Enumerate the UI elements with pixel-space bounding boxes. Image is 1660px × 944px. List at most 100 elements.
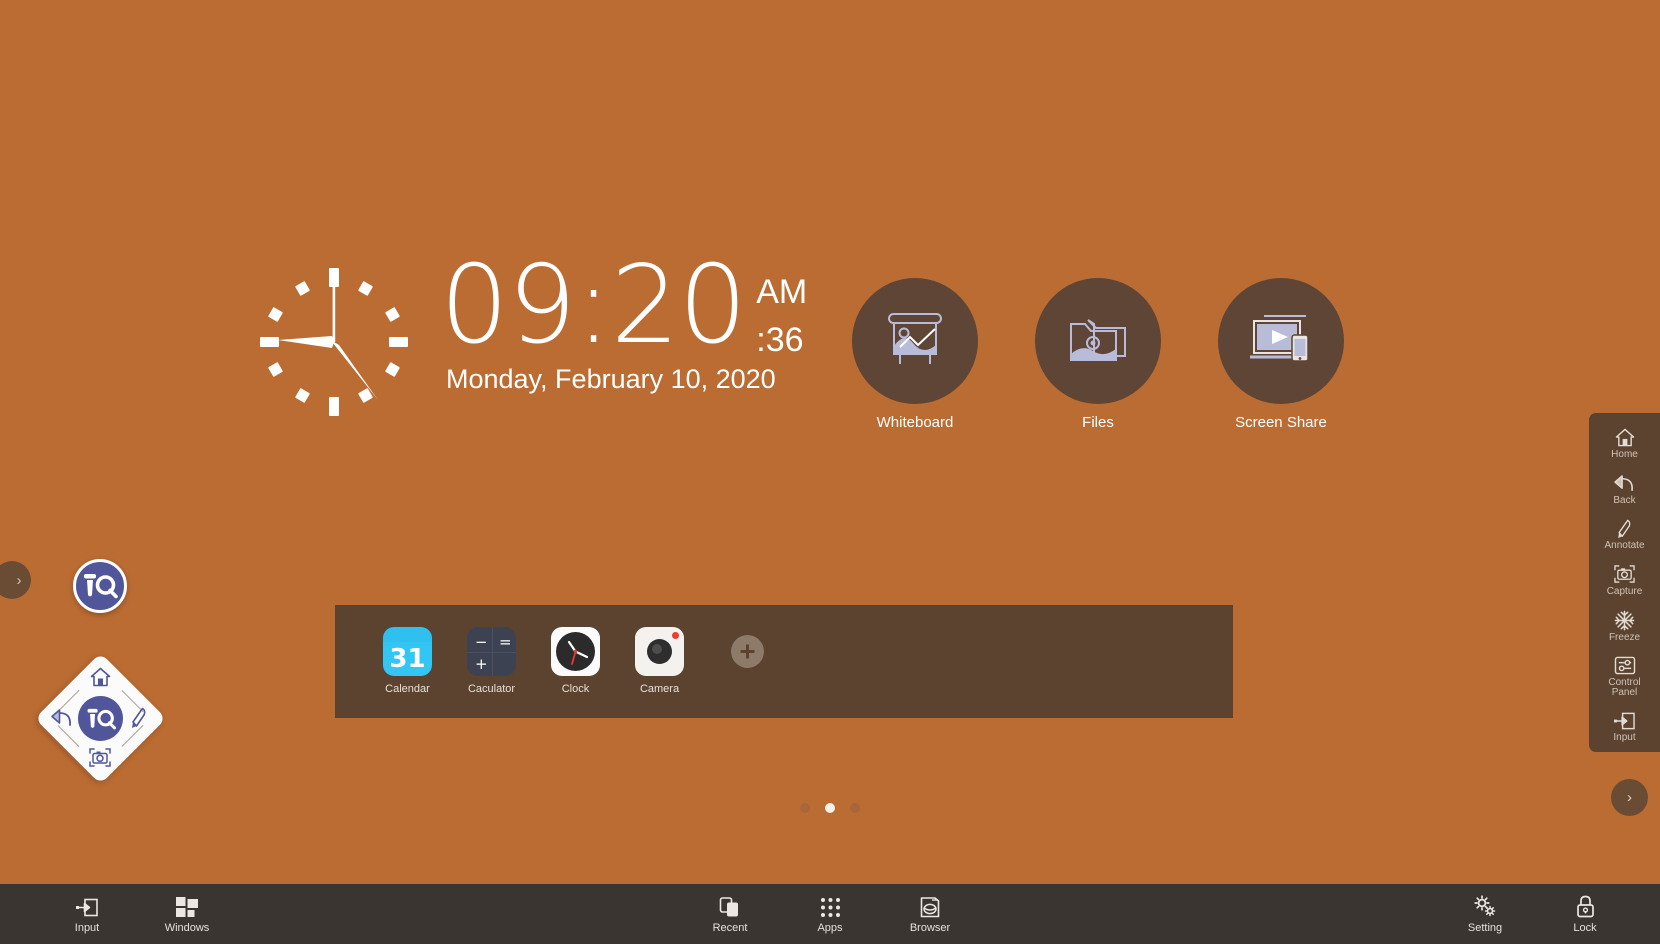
dock-app-clock[interactable]: Clock <box>551 627 600 695</box>
radial-item-home[interactable] <box>85 662 115 692</box>
clock-time: 09:20 <box>440 243 747 368</box>
taskbar-item-lock[interactable]: Lock <box>1556 894 1614 934</box>
shortcut-files[interactable]: Files <box>1035 278 1161 431</box>
whiteboard-icon <box>883 312 947 370</box>
gear-icon <box>1473 894 1497 918</box>
back-icon <box>1613 474 1636 493</box>
shortcut-files-circle[interactable] <box>1035 278 1161 404</box>
sidebar-item-annotate[interactable]: Annotate <box>1589 514 1660 556</box>
shortcut-whiteboard[interactable]: Whiteboard <box>852 278 978 431</box>
plus-icon <box>740 644 755 659</box>
digital-clock: 09:20 AM :36 Monday, February 10, 2020 <box>440 243 808 395</box>
clock-icon[interactable] <box>551 627 600 676</box>
sidebar-item-label: Input <box>1613 732 1636 744</box>
shortcut-label: Whiteboard <box>876 414 954 431</box>
clock-widget: 09:20 AM :36 Monday, February 10, 2020 <box>250 252 807 428</box>
sidebar-item-label: Home <box>1611 448 1638 460</box>
taskbar-item-browser[interactable]: Browser <box>901 894 959 934</box>
recent-icon <box>719 894 741 918</box>
sidebar-item-input[interactable]: Input <box>1589 706 1660 748</box>
radial-quick-menu[interactable] <box>34 652 167 785</box>
taskbar-item-setting[interactable]: Setting <box>1456 894 1514 934</box>
apps-grid-icon <box>820 894 841 918</box>
right-edge-collapse-button[interactable]: › <box>1611 779 1648 816</box>
page-dot[interactable] <box>800 803 810 813</box>
calendar-icon[interactable]: 31 <box>383 627 432 676</box>
dock-app-label: Clock <box>561 683 590 695</box>
shortcut-label: Screen Share <box>1235 414 1327 431</box>
home-icon <box>1615 428 1635 447</box>
taskbar: Input Windows Recent Apps Browser Settin… <box>0 884 1660 944</box>
shortcut-whiteboard-circle[interactable] <box>852 278 978 404</box>
calendar-day-number: 31 <box>383 642 432 676</box>
capture-icon <box>89 747 111 767</box>
sidebar-item-label: Back <box>1613 494 1636 506</box>
analog-clock <box>250 258 418 426</box>
iq-logo-icon <box>87 708 116 729</box>
clock-date: Monday, February 10, 2020 <box>446 364 776 394</box>
clock-seconds: :36 <box>756 321 804 359</box>
sidebar-item-label: Capture <box>1606 585 1643 597</box>
page-indicator <box>0 803 1660 813</box>
snowflake-icon <box>1614 610 1635 630</box>
browser-icon <box>920 894 940 918</box>
clock-ampm: AM <box>756 273 808 311</box>
page-dot-active[interactable] <box>825 803 835 813</box>
radial-item-annotate[interactable] <box>124 703 154 733</box>
page-dot[interactable] <box>850 803 860 813</box>
taskbar-item-label: Apps <box>817 922 843 934</box>
radial-item-back[interactable] <box>47 703 77 733</box>
camera-icon[interactable] <box>635 627 684 676</box>
calc-minus: − <box>475 633 488 651</box>
home-icon <box>90 667 110 687</box>
control-panel-icon <box>1614 656 1636 675</box>
taskbar-right-group: Setting Lock <box>1456 894 1614 934</box>
sidebar-item-label: Control Panel <box>1608 676 1641 698</box>
app-shortcuts: Whiteboard Files Screen Share <box>852 278 1344 431</box>
taskbar-item-label: Recent <box>712 922 748 934</box>
left-edge-expand-button[interactable]: › <box>0 561 31 599</box>
shortcut-screen-share[interactable]: Screen Share <box>1218 278 1344 431</box>
taskbar-item-label: Setting <box>1467 922 1503 934</box>
sidebar-item-home[interactable]: Home <box>1589 423 1660 465</box>
dock-app-label: Calendar <box>385 683 430 695</box>
dock-app-camera[interactable]: Camera <box>635 627 684 695</box>
taskbar-item-label: Browser <box>909 922 951 934</box>
calc-equals: = <box>499 633 512 651</box>
calculator-icon[interactable]: − = + <box>467 627 516 676</box>
taskbar-item-apps[interactable]: Apps <box>801 894 859 934</box>
pen-icon <box>1616 519 1634 538</box>
iq-logo-icon <box>84 574 118 599</box>
sidebar-item-freeze[interactable]: Freeze <box>1589 606 1660 648</box>
right-side-toolbar: Home Back Annotate Capture Freeze Contro… <box>1589 413 1660 752</box>
dock-app-calculator[interactable]: − = + Caculator <box>467 627 516 695</box>
sidebar-item-control-panel[interactable]: Control Panel <box>1589 652 1660 703</box>
back-icon <box>51 709 71 726</box>
sidebar-item-label: Freeze <box>1608 631 1641 643</box>
pen-icon <box>131 707 146 728</box>
app-dock: 31 Calendar − = + Caculator Clock Camera <box>335 605 1233 718</box>
iq-floating-button[interactable] <box>73 559 127 613</box>
folder-icon <box>1066 312 1130 370</box>
dock-app-calendar[interactable]: 31 Calendar <box>383 627 432 695</box>
shortcut-label: Files <box>1082 414 1114 431</box>
sidebar-item-label: Annotate <box>1604 540 1645 552</box>
taskbar-center-group: Recent Apps Browser <box>0 894 1660 934</box>
sidebar-item-capture[interactable]: Capture <box>1589 560 1660 602</box>
calc-plus: + <box>475 655 488 673</box>
sidebar-item-back[interactable]: Back <box>1589 469 1660 511</box>
radial-center-iq-button[interactable] <box>78 696 123 741</box>
dock-app-label: Caculator <box>467 683 516 695</box>
input-icon <box>1613 711 1636 730</box>
radial-item-capture[interactable] <box>85 742 115 772</box>
shortcut-screen-share-circle[interactable] <box>1218 278 1344 404</box>
desktop-wallpaper: 09:20 AM :36 Monday, February 10, 2020 W… <box>0 0 1660 884</box>
taskbar-item-recent[interactable]: Recent <box>701 894 759 934</box>
screen-share-icon <box>1248 311 1314 371</box>
chevron-right-icon: › <box>1627 789 1632 806</box>
taskbar-item-label: Lock <box>1573 922 1597 934</box>
capture-icon <box>1613 565 1636 584</box>
add-app-button[interactable] <box>731 635 764 668</box>
chevron-right-icon: › <box>16 571 22 589</box>
camera-record-dot <box>672 632 679 639</box>
